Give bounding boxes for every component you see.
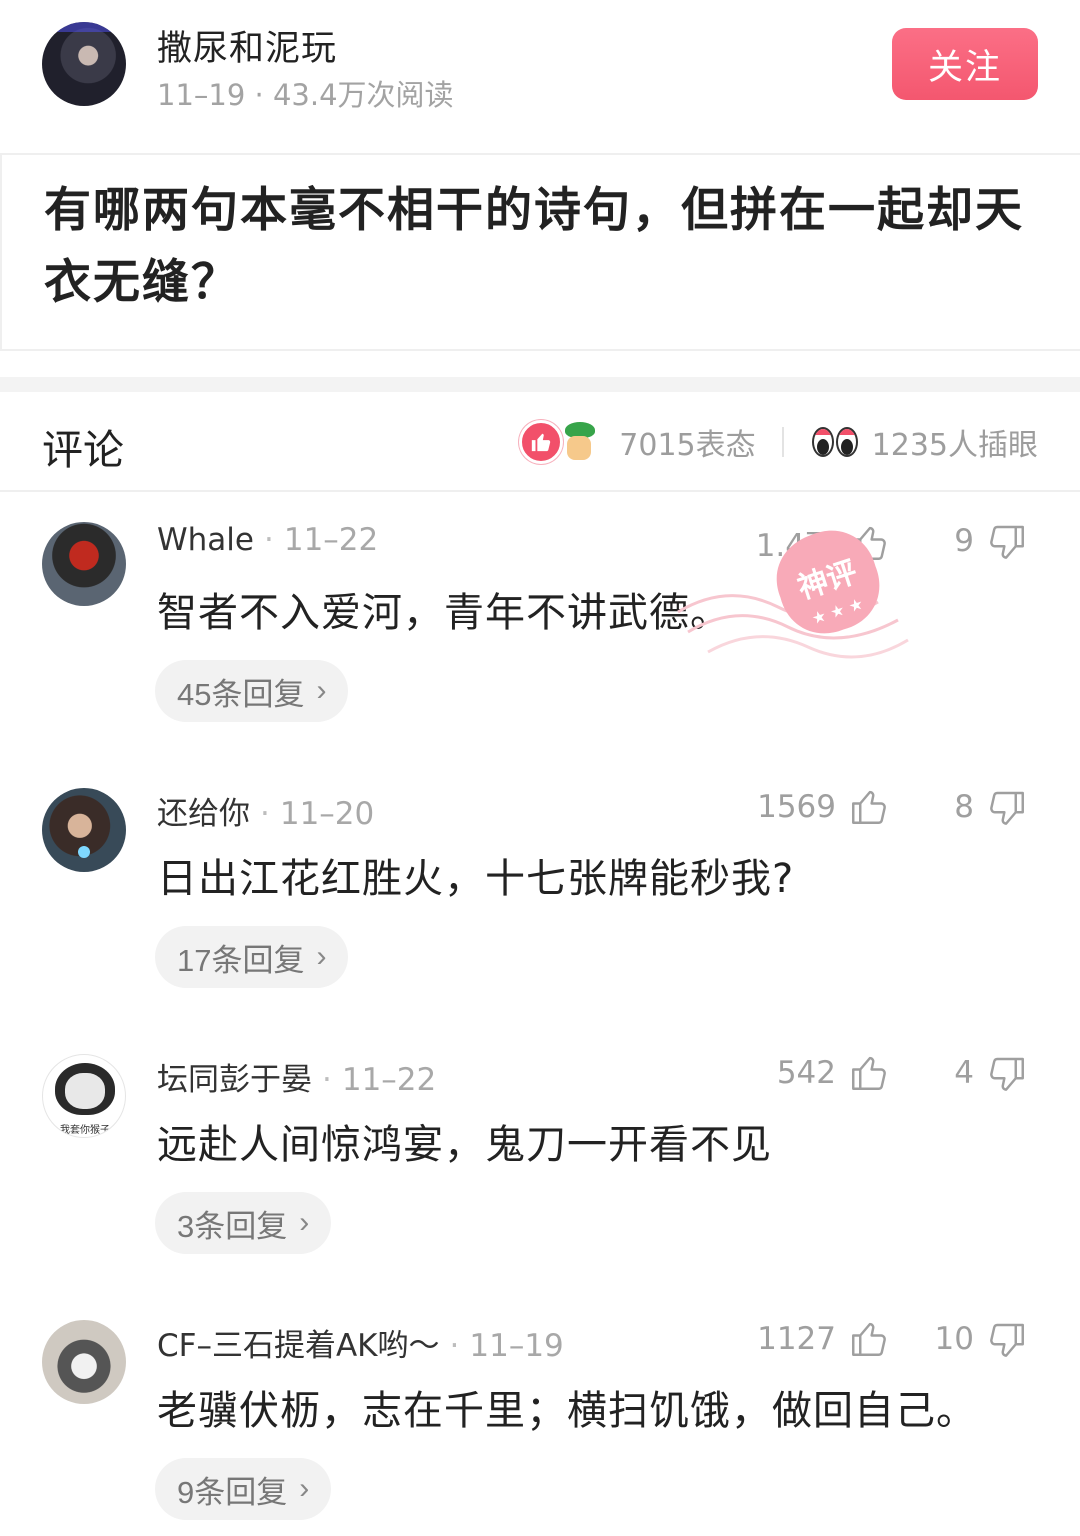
chevron-right-icon: › [299,1206,310,1239]
comment-date: 11–22 [283,522,379,558]
comment-text: 老骥伏枥，志在千里；横扫饥饿，做回自己。 [157,1388,977,1434]
comment-text: 日出江花红胜火，十七张牌能秒我? [157,856,795,902]
comment-text: 智者不入爱河，青年不讲武德。 [157,590,731,636]
divider [781,427,784,457]
thumbs-down-icon [990,1057,1024,1091]
like-count: 542 [776,1055,836,1091]
comments-header: 评论 7015表态 1235人插眼 [0,392,1080,492]
dislike-button[interactable]: 8 [954,786,1028,828]
replies-button[interactable]: 9条回复 › [155,1458,332,1520]
post-header: 撒尿和泥玩 11–19 · 43.4万次阅读 关注 [0,0,1080,150]
question-card[interactable]: 有哪两句本毫不相干的诗句，但拼在一起却天衣无缝？ [0,153,1080,351]
like-button[interactable]: 1569 [757,786,890,828]
eyes-icon [810,423,860,461]
chevron-right-icon: › [316,940,327,973]
thumbs-down-icon [990,791,1024,825]
follow-button[interactable]: 关注 [892,28,1038,100]
thumbs-up-icon [852,1322,886,1356]
comments-title: 评论 [42,426,124,474]
avatar[interactable] [42,1320,126,1404]
dislike-button[interactable]: 10 [935,1318,1028,1360]
dislike-count: 4 [954,1055,974,1091]
palm-reaction-icon [557,420,601,464]
thumbs-up-icon [852,1056,886,1090]
like-count: 1127 [757,1321,836,1357]
dislike-button[interactable]: 9 [954,520,1028,562]
thumbs-down-icon [990,1323,1024,1357]
avatar[interactable]: 我套你猴子 [42,1054,126,1138]
replies-button[interactable]: 3条回复 › [155,1192,332,1254]
thumbs-up-icon [852,790,886,824]
dislike-count: 9 [954,523,974,559]
comment-date: 11–19 [469,1328,564,1364]
thumbs-up-icon [852,526,886,560]
like-button[interactable]: 1.4万 [756,520,890,565]
avatar[interactable] [42,522,126,606]
dislike-count: 10 [934,1321,974,1357]
comment-author[interactable]: 坛同彭于晏 · 11–22 [157,1054,436,1099]
comment-date: 11–20 [279,796,375,832]
post-meta: 11–19 · 43.4万次阅读 [157,78,454,112]
chevron-right-icon: › [299,1472,310,1505]
author-avatar[interactable] [42,22,126,106]
comment-text: 远赴人间惊鸿宴，鬼刀一开看不见 [157,1122,772,1168]
comment-item: Whale · 11–22 1.4万 9 智者不入爱河，青年不讲武德。 45条回复 › [0,492,1080,752]
avatar[interactable] [42,788,126,872]
avatar-caption: 我套你猴子 [60,1125,110,1136]
author-name[interactable]: 撒尿和泥玩 [157,20,337,71]
viewers-count: 1235人插眼 [871,428,1038,463]
replies-button[interactable]: 45条回复 › [155,660,349,722]
reactions-bar[interactable]: 7015表态 1235人插眼 [519,420,1038,464]
question-title: 有哪两句本毫不相干的诗句，但拼在一起却天衣无缝？ [44,183,1024,310]
comment-item: 还给你 · 11–20 1569 8 日出江花红胜火，十七张牌能秒我? 17条回复 › [0,758,1080,1018]
section-divider [0,377,1080,392]
comment-date: 11–22 [341,1062,437,1098]
dislike-count: 8 [954,789,974,825]
comment-author[interactable]: 还给你 · 11–20 [157,788,374,833]
thumbs-down-icon [990,525,1024,559]
comment-item: 我套你猴子 坛同彭于晏 · 11–22 542 4 远赴人间惊鸿宴，鬼刀一开看不见 … [0,1024,1080,1284]
chevron-right-icon: › [316,674,327,707]
like-count: 1.4万 [755,528,836,564]
comment-author[interactable]: Whale · 11–22 [157,522,378,558]
like-button[interactable]: 1127 [757,1318,890,1360]
comment-item: CF–三石提着AK哟～ · 11–19 1127 10 老骥伏枥，志在千里；横扫饥饿… [0,1290,1080,1536]
like-count: 1569 [757,789,836,825]
comment-author[interactable]: CF–三石提着AK哟～ · 11–19 [157,1320,564,1365]
replies-button[interactable]: 17条回复 › [155,926,349,988]
like-button[interactable]: 542 [777,1052,890,1094]
dislike-button[interactable]: 4 [954,1052,1028,1094]
reactions-count: 7015表态 [619,428,756,463]
